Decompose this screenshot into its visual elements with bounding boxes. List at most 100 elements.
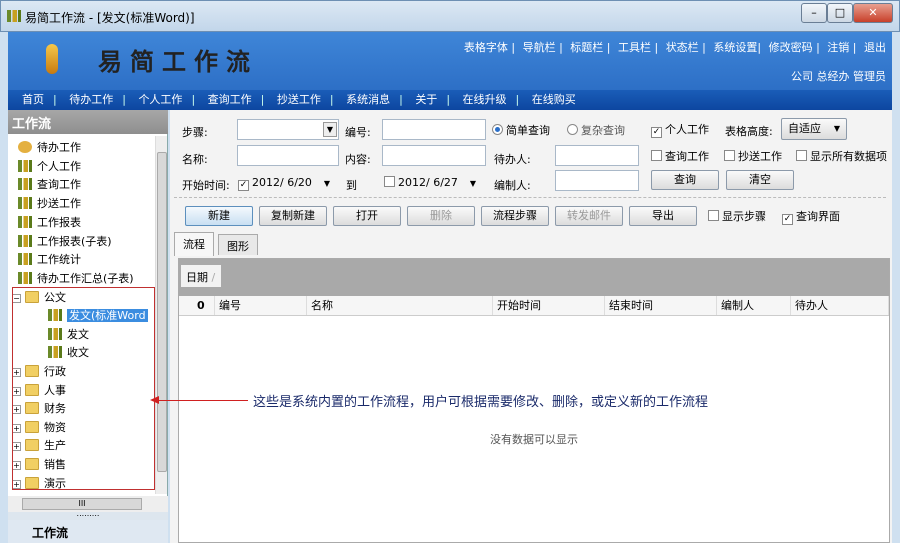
query-ui-checkbox[interactable]: ✓ 查询界面 (782, 208, 840, 225)
splitter-handle[interactable]: ......... (8, 510, 168, 520)
open-button[interactable]: 打开 (333, 206, 401, 226)
step-select[interactable]: ▼ (237, 119, 339, 140)
logo-text: 易简工作流 (98, 47, 258, 76)
nav-upgrade[interactable]: 在线升级 (463, 93, 507, 106)
tree-item[interactable]: 工作报表 (18, 214, 81, 232)
link-settings[interactable]: 系统设置 (713, 41, 757, 54)
column-name[interactable]: 名称 (307, 296, 493, 315)
table-height-select[interactable]: 自适应 ▼ (781, 118, 847, 140)
tree-item[interactable]: 个人工作 (18, 158, 81, 176)
sidebar-bottom-tab[interactable]: 工作流 (8, 520, 168, 543)
delete-button[interactable]: 删除 (407, 206, 475, 226)
show-all-checkbox[interactable]: 显示所有数据项 (796, 148, 887, 164)
maximize-button[interactable]: □ (827, 3, 853, 23)
logo-icon (46, 44, 58, 74)
group-panel: 日期 / (179, 259, 889, 296)
tree-item[interactable]: 待办工作汇总(子表) (18, 270, 134, 288)
link-statusbar[interactable]: 状态栏 (666, 41, 699, 54)
link-table-font[interactable]: 表格字体 (464, 41, 508, 54)
empty-message: 没有数据可以显示 (490, 433, 578, 446)
user-info: 公司 总经办 管理员 (791, 70, 886, 83)
tree-item[interactable]: 查询工作 (18, 176, 81, 194)
chart-icon (18, 235, 32, 247)
new-button[interactable]: 新建 (185, 206, 253, 226)
show-steps-checkbox[interactable]: 显示步骤 (708, 208, 766, 224)
number-input[interactable] (382, 119, 486, 140)
table-height-label: 表格高度: (725, 125, 773, 138)
link-change-password[interactable]: 修改密码 (769, 41, 813, 54)
column-header-row: 0 编号 名称 开始时间 结束时间 编制人 待办人 (179, 296, 889, 316)
close-button[interactable]: ✕ (853, 3, 893, 23)
chart-icon (18, 272, 32, 284)
nav-personal[interactable]: 个人工作 (138, 93, 182, 106)
nav-query[interactable]: 查询工作 (208, 93, 252, 106)
people-icon (18, 141, 32, 153)
link-titlebar[interactable]: 标题栏 (570, 41, 603, 54)
nav-about[interactable]: 关于 (415, 93, 437, 106)
divider (174, 197, 886, 198)
tree-item[interactable]: 工作统计 (18, 251, 81, 269)
nav-bar: 首页 | 待办工作 | 个人工作 | 查询工作 | 抄送工作 | 系统消息 | 关于 | 在线… (8, 90, 892, 110)
flow-steps-button[interactable]: 流程步骤 (481, 206, 549, 226)
annotation-arrow (152, 400, 248, 401)
export-button[interactable]: 导出 (629, 206, 697, 226)
nav-messages[interactable]: 系统消息 (346, 93, 390, 106)
name-label: 名称: (182, 153, 208, 166)
clear-button[interactable]: 清空 (726, 170, 794, 190)
forward-mail-button[interactable]: 转发邮件 (555, 206, 623, 226)
arrow-head-icon (150, 396, 159, 404)
column-pending[interactable]: 待办人 (791, 296, 889, 315)
step-label: 步骤: (182, 126, 208, 139)
minimize-button[interactable]: – (801, 3, 827, 23)
column-number[interactable]: 编号 (215, 296, 307, 315)
chart-icon (18, 216, 32, 228)
author-input[interactable] (555, 170, 639, 191)
start-time-label: 开始时间: (182, 179, 230, 192)
personal-work-checkbox[interactable]: ✓ 个人工作 (651, 121, 709, 138)
link-logout[interactable]: 注销 (827, 41, 849, 54)
vertical-scrollbar[interactable] (155, 136, 167, 494)
group-chip-date[interactable]: 日期 / (181, 265, 221, 287)
end-date-picker[interactable]: 2012/ 6/27 ▼ (384, 176, 476, 189)
name-input[interactable] (237, 145, 339, 166)
pending-input[interactable] (555, 145, 639, 166)
sidebar: 工作流 待办工作 个人工作 查询工作 抄送工作 工作报表 工作报表(子表) 工作… (8, 110, 168, 543)
number-label: 编号: (345, 126, 371, 139)
nav-cc[interactable]: 抄送工作 (277, 93, 321, 106)
chart-icon (18, 197, 32, 209)
start-date-picker[interactable]: ✓ 2012/ 6/20 ▼ (238, 176, 330, 191)
window-title: 易简工作流 - [发文(标准Word)] (25, 11, 195, 25)
column-start-time[interactable]: 开始时间 (493, 296, 605, 315)
link-navbar[interactable]: 导航栏 (523, 41, 556, 54)
column-end-time[interactable]: 结束时间 (605, 296, 717, 315)
highlight-box (12, 287, 155, 490)
query-work-checkbox[interactable]: 查询工作 (651, 148, 709, 164)
tab-flow[interactable]: 流程 (174, 232, 214, 256)
complex-query-radio[interactable]: 复杂查询 (567, 122, 625, 138)
link-toolbar[interactable]: 工具栏 (618, 41, 651, 54)
nav-buy[interactable]: 在线购买 (532, 93, 576, 106)
tree-item[interactable]: 抄送工作 (18, 195, 81, 213)
cc-work-checkbox[interactable]: 抄送工作 (724, 148, 782, 164)
top-links: 表格字体 | 导航栏 | 标题栏 | 工具栏 | 状态栏 | 系统设置| 修改密… (463, 41, 886, 54)
tree-item[interactable]: 工作报表(子表) (18, 233, 112, 251)
chart-icon (18, 160, 32, 172)
chart-icon (18, 178, 32, 190)
link-exit[interactable]: 退出 (864, 41, 886, 54)
scroll-thumb[interactable] (157, 152, 167, 472)
annotation-text: 这些是系统内置的工作流程，用户可根据需要修改、删除，或定义新的工作流程 (253, 395, 709, 410)
query-button[interactable]: 查询 (651, 170, 719, 190)
content-label: 内容: (345, 153, 371, 166)
content-input[interactable] (382, 145, 486, 166)
tree-item-pending[interactable]: 待办工作 (18, 139, 81, 157)
column-author[interactable]: 编制人 (717, 296, 791, 315)
chart-icon (18, 253, 32, 265)
main-panel: 步骤: ▼ 编号: 简单查询 复杂查询 ✓ 个人工作 表格高度: 自适应 ▼ 名称:… (170, 110, 892, 543)
copy-new-button[interactable]: 复制新建 (259, 206, 327, 226)
chevron-down-icon: ▼ (323, 122, 337, 137)
tab-graphic[interactable]: 图形 (218, 234, 258, 255)
nav-home[interactable]: 首页 (22, 93, 44, 106)
simple-query-radio[interactable]: 简单查询 (492, 122, 550, 138)
nav-pending[interactable]: 待办工作 (69, 93, 113, 106)
column-attachment[interactable]: 0 (193, 296, 215, 315)
